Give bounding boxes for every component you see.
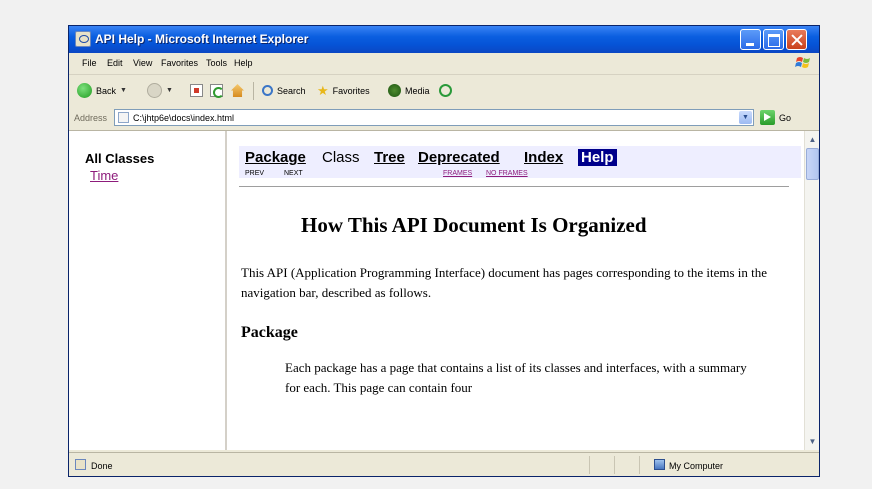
nav-next: NEXT (284, 170, 303, 177)
nav-deprecated[interactable]: Deprecated (418, 149, 500, 166)
standard-toolbar: Back ▼ ▼ Search ★ Favorites Media (69, 75, 819, 107)
menu-tools[interactable]: Tools (206, 58, 227, 68)
status-divider (614, 456, 615, 474)
address-value: C:\jhtp6e\docs\index.html (133, 113, 235, 123)
history-icon (439, 84, 452, 97)
home-icon (231, 84, 244, 97)
forward-button[interactable]: ▼ (147, 82, 173, 99)
search-icon (262, 85, 273, 96)
search-button[interactable]: Search (262, 82, 306, 99)
favorites-star-icon: ★ (317, 82, 329, 98)
menu-file[interactable]: File (82, 58, 97, 68)
horizontal-rule (239, 186, 789, 187)
status-divider (589, 456, 590, 474)
windows-logo-icon (795, 57, 810, 68)
toolbar-separator (253, 82, 254, 100)
back-button[interactable]: Back ▼ (77, 82, 127, 99)
media-icon (388, 84, 401, 97)
menu-edit[interactable]: Edit (107, 58, 123, 68)
back-label: Back (96, 85, 117, 96)
menu-favorites[interactable]: Favorites (161, 58, 198, 68)
nav-package[interactable]: Package (245, 149, 306, 166)
favorites-label: Favorites (332, 85, 370, 96)
media-button[interactable]: Media (388, 82, 430, 99)
nav-class: Class (322, 149, 360, 166)
window-title: API Help - Microsoft Internet Explorer (95, 32, 309, 46)
internet-explorer-icon (75, 31, 91, 47)
page-done-icon (75, 459, 86, 470)
title-bar[interactable]: API Help - Microsoft Internet Explorer (69, 26, 819, 53)
nav-prev: PREV (245, 170, 265, 177)
all-classes-heading: All Classes (85, 151, 155, 166)
address-bar: Address C:\jhtp6e\docs\index.html ▼ Go (69, 106, 819, 131)
main-frame: Package Class Tree Deprecated Index Help… (229, 131, 804, 450)
status-divider (639, 456, 640, 474)
classes-frame: All Classes Time (69, 131, 227, 450)
back-arrow-icon (77, 83, 92, 98)
page-icon (118, 112, 129, 123)
status-text: Done (91, 461, 113, 471)
nav-no-frames-link[interactable]: NO FRAMES (486, 170, 528, 177)
status-bar: Done My Computer (69, 452, 819, 476)
menu-bar: File Edit View Favorites Tools Help (69, 53, 819, 75)
scroll-down-arrow-icon[interactable]: ▼ (806, 434, 819, 449)
page-content: All Classes Time Package Class Tree Depr… (69, 131, 804, 450)
address-input[interactable]: C:\jhtp6e\docs\index.html ▼ (114, 109, 754, 126)
security-zone: My Computer (669, 461, 724, 471)
forward-dropdown-icon[interactable]: ▼ (166, 87, 173, 94)
search-label: Search (277, 85, 306, 96)
media-label: Media (405, 85, 430, 96)
nav-frames-link[interactable]: FRAMES (443, 170, 472, 177)
api-navigation-bar: Package Class Tree Deprecated Index Help… (239, 146, 801, 178)
my-computer-icon (654, 459, 665, 470)
minimize-button[interactable] (740, 29, 761, 50)
class-link-time[interactable]: Time (90, 168, 118, 183)
history-button[interactable] (439, 82, 452, 99)
scroll-up-arrow-icon[interactable]: ▲ (806, 132, 819, 147)
intro-paragraph: This API (Application Programming Interf… (241, 265, 768, 300)
browser-window: API Help - Microsoft Internet Explorer F… (68, 25, 820, 477)
section-paragraph-package: Each package has a page that contains a … (285, 360, 747, 395)
nav-help-selected: Help (578, 149, 617, 166)
page-title: How This API Document Is Organized (301, 213, 647, 237)
nav-tree[interactable]: Tree (374, 149, 405, 166)
section-heading-package: Package (241, 324, 298, 341)
close-button[interactable] (786, 29, 807, 50)
scroll-thumb[interactable] (806, 148, 819, 180)
go-button[interactable] (760, 110, 775, 125)
menu-view[interactable]: View (133, 58, 152, 68)
refresh-button[interactable] (210, 82, 224, 99)
refresh-icon (210, 84, 224, 98)
forward-arrow-icon (147, 83, 162, 98)
menu-help[interactable]: Help (234, 58, 253, 68)
address-dropdown-icon[interactable]: ▼ (739, 111, 752, 124)
address-label: Address (74, 113, 108, 123)
favorites-button[interactable]: ★ Favorites (317, 82, 370, 99)
go-label[interactable]: Go (779, 113, 791, 123)
stop-icon (190, 84, 203, 97)
vertical-scrollbar[interactable]: ▲ ▼ (804, 131, 819, 450)
stop-button[interactable] (190, 82, 203, 99)
maximize-button[interactable] (763, 29, 784, 50)
home-button[interactable] (231, 82, 244, 99)
nav-index[interactable]: Index (524, 149, 563, 166)
back-dropdown-icon[interactable]: ▼ (120, 87, 127, 94)
